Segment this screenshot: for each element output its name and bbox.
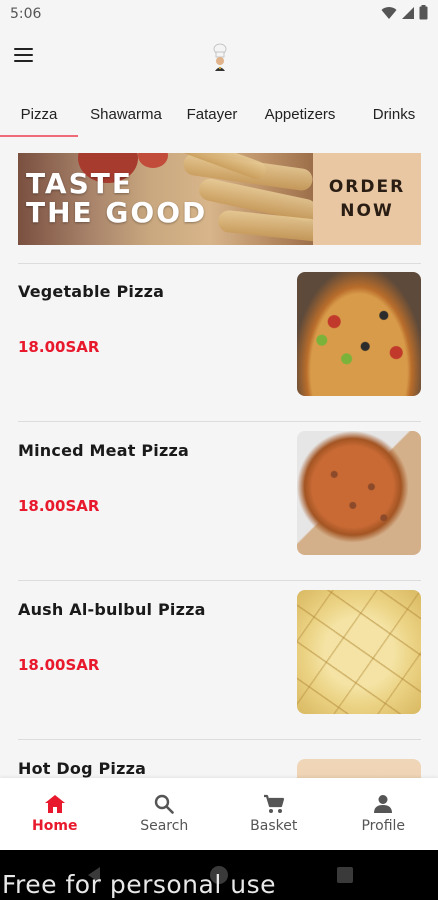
tab-label: Pizza [20, 106, 58, 123]
nav-search[interactable]: Search [110, 778, 220, 850]
search-icon [154, 794, 175, 814]
tab-label: Fatayer [186, 106, 238, 123]
home-icon [44, 794, 66, 814]
tab-shawarma[interactable]: Shawarma [78, 92, 174, 137]
product-name: Minced Meat Pizza [18, 441, 189, 460]
banner-image: TASTE THE GOOD [18, 153, 313, 245]
tab-label: Shawarma [90, 106, 162, 123]
divider [18, 739, 421, 740]
product-image [297, 272, 421, 396]
watermark-text: Free for personal use [2, 870, 276, 899]
bottom-navigation: Home Search Basket Profile [0, 778, 438, 850]
order-now-button[interactable]: ORDER NOW [313, 153, 421, 245]
product-item[interactable]: Hot Dog Pizza [0, 759, 438, 778]
tab-fatayer[interactable]: Fatayer [174, 92, 250, 137]
nav-profile[interactable]: Profile [329, 778, 438, 850]
nav-search-label: Search [140, 818, 189, 834]
order-now-line1: ORDER [328, 177, 406, 197]
hamburger-menu-icon[interactable] [14, 42, 40, 68]
promo-banner[interactable]: TASTE THE GOOD ORDER NOW [18, 153, 421, 245]
cart-icon [263, 794, 285, 814]
product-item[interactable]: Aush Al-bulbul Pizza 18.00SAR [0, 590, 438, 758]
app-bar [0, 28, 438, 84]
battery-icon [419, 5, 428, 20]
tab-label: Drinks [372, 106, 416, 123]
product-name: Hot Dog Pizza [18, 759, 147, 778]
tab-pizza[interactable]: Pizza [0, 92, 78, 137]
wifi-icon [381, 6, 397, 20]
banner-title: TASTE THE GOOD [26, 169, 207, 227]
divider [18, 263, 421, 264]
product-name: Aush Al-bulbul Pizza [18, 600, 206, 619]
nav-basket-label: Basket [250, 818, 298, 834]
status-time: 5:06 [10, 6, 42, 22]
product-price: 18.00SAR [18, 497, 100, 515]
product-image [297, 590, 421, 714]
product-item[interactable]: Vegetable Pizza 18.00SAR [0, 272, 438, 440]
status-icons [381, 5, 428, 20]
product-price: 18.00SAR [18, 656, 100, 674]
recent-apps-icon[interactable] [337, 867, 353, 883]
product-image [297, 431, 421, 555]
person-icon [373, 794, 393, 814]
chef-logo-icon [208, 42, 232, 72]
tab-appetizers[interactable]: Appetizers [250, 92, 350, 137]
status-bar: 5:06 [0, 0, 438, 28]
divider [18, 580, 421, 581]
product-price: 18.00SAR [18, 338, 100, 356]
nav-home-label: Home [32, 818, 78, 834]
divider [18, 421, 421, 422]
tab-label: Appetizers [264, 106, 336, 123]
order-now-line2: NOW [340, 201, 394, 221]
category-tabs: Pizza Shawarma Fatayer Appetizers Drinks [0, 92, 438, 137]
nav-profile-label: Profile [361, 818, 406, 834]
tab-drinks[interactable]: Drinks [350, 92, 438, 137]
product-name: Vegetable Pizza [18, 282, 165, 301]
app-screen: 5:06 Pizza Shawarma Fatayer Appetizers D… [0, 0, 438, 900]
nav-basket[interactable]: Basket [219, 778, 329, 850]
banner-title-line2: THE GOOD [26, 196, 208, 229]
signal-icon [401, 6, 415, 20]
nav-home[interactable]: Home [0, 778, 110, 850]
product-image [297, 759, 421, 778]
banner-title-line1: TASTE [26, 167, 133, 200]
product-item[interactable]: Minced Meat Pizza 18.00SAR [0, 431, 438, 599]
